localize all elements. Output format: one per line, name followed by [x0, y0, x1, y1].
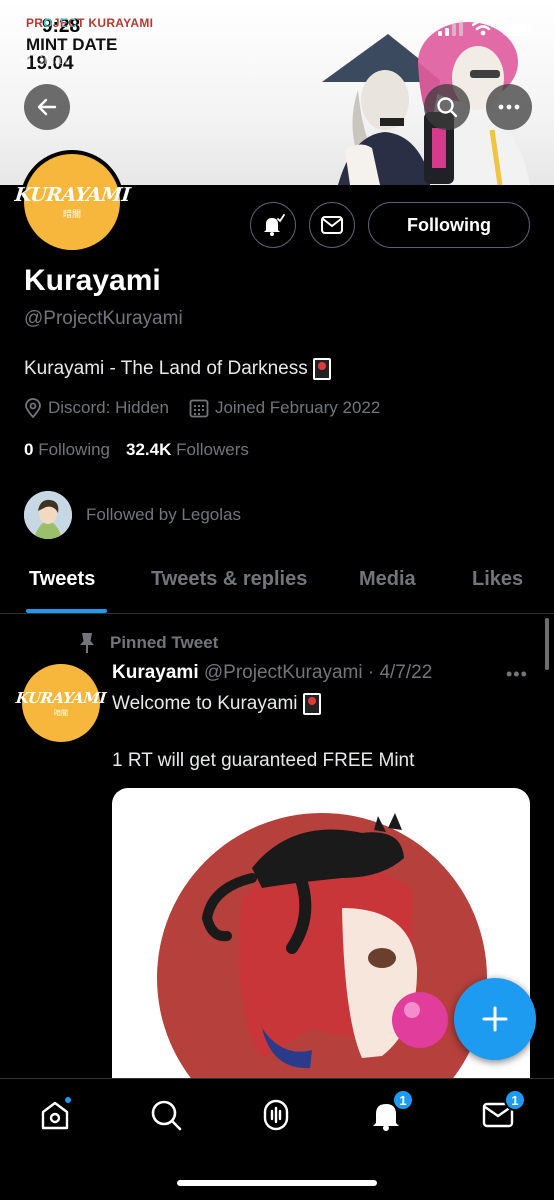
- arrow-left-icon: [37, 98, 57, 116]
- location-pin-icon: [25, 398, 41, 418]
- spaces-microphone-icon: [263, 1099, 289, 1131]
- pinned-tweet-label: Pinned Tweet: [78, 632, 218, 654]
- followers-label: Followers: [176, 440, 249, 459]
- follower-avatar-illustration: [24, 491, 72, 539]
- bio-text: Kurayami - The Land of Darkness: [24, 358, 308, 379]
- notifications-badge: 1: [392, 1089, 414, 1111]
- followed-by-text: Followed by Legolas: [86, 505, 241, 524]
- hanafuda-card-icon: [312, 358, 331, 380]
- following-button[interactable]: Following: [368, 202, 530, 248]
- tab-media[interactable]: Media: [359, 568, 416, 591]
- followed-by-row[interactable]: Followed by Legolas: [24, 491, 241, 539]
- followers-count: 32.4K: [126, 440, 172, 459]
- profile-meta: Discord: Hidden Joined February 2022: [24, 398, 400, 418]
- pinned-label-text: Pinned Tweet: [110, 633, 219, 652]
- home-indicator[interactable]: [177, 1180, 377, 1186]
- hanafuda-card-icon: [302, 693, 321, 715]
- profile-handle: @ProjectKurayami: [24, 308, 183, 329]
- logo-subtext: 暗闇: [62, 209, 81, 219]
- search-button[interactable]: [424, 84, 470, 130]
- active-tab-indicator: [26, 609, 107, 613]
- plus-icon: [482, 1006, 508, 1032]
- profile-name: Kurayami: [24, 264, 161, 297]
- following-count: 0: [24, 440, 34, 459]
- tab-likes[interactable]: Likes: [472, 568, 523, 591]
- tweet-handle-date: @ProjectKurayami · 4/7/22: [203, 662, 433, 683]
- back-to-app-link[interactable]: ◀ Gmail: [20, 52, 68, 68]
- status-time: 9:28: [42, 16, 81, 37]
- tweet-more-icon[interactable]: •••: [506, 664, 528, 685]
- tweet-header: Kurayami @ProjectKurayami · 4/7/22: [112, 662, 432, 684]
- joined-item: Joined February 2022: [189, 398, 380, 418]
- compose-tweet-button[interactable]: [454, 978, 536, 1060]
- nav-notifications[interactable]: 1: [366, 1089, 414, 1135]
- location-text: Discord: Hidden: [48, 398, 169, 417]
- profile-tabs: Tweets Tweets & replies Media Likes: [0, 556, 554, 614]
- nav-search[interactable]: [146, 1095, 186, 1135]
- follower-avatar: [24, 491, 72, 539]
- following-label: Following: [38, 440, 111, 459]
- logo-text: KURAYAMI: [13, 184, 131, 206]
- tab-tweets[interactable]: Tweets: [29, 568, 95, 591]
- bell-check-icon: [264, 214, 285, 236]
- pin-icon: [80, 633, 94, 653]
- tweet-text-line1: Welcome to Kurayami: [112, 692, 322, 716]
- wifi-icon: [472, 20, 494, 36]
- nav-spaces[interactable]: [256, 1095, 296, 1135]
- notifications-toggle-button[interactable]: [250, 202, 296, 248]
- location-item: Discord: Hidden: [24, 398, 169, 418]
- tweet-text-line2: 1 RT will get guaranteed FREE Mint: [112, 750, 415, 771]
- tweet-text-welcome: Welcome to Kurayami: [112, 693, 298, 714]
- kurayami-logo: KURAYAMI 暗闇: [13, 154, 131, 250]
- nav-messages[interactable]: 1: [478, 1089, 526, 1135]
- message-button[interactable]: [309, 202, 355, 248]
- more-horizontal-icon: [498, 104, 520, 110]
- scroll-indicator[interactable]: [545, 618, 549, 670]
- follow-counts: 0 Following 32.4K Followers: [24, 440, 249, 460]
- home-unread-dot: [63, 1095, 73, 1105]
- joined-text: Joined February 2022: [214, 398, 381, 417]
- tab-tweets-replies[interactable]: Tweets & replies: [151, 568, 307, 591]
- profile-bio: Kurayami - The Land of Darkness: [24, 357, 332, 381]
- status-icons: [438, 20, 534, 36]
- tweet-logo-subtext: 暗闇: [54, 709, 68, 717]
- search-icon: [151, 1100, 182, 1131]
- profile-avatar[interactable]: KURAYAMI 暗闇: [13, 150, 131, 254]
- signal-icon: [438, 20, 463, 36]
- battery-icon: [502, 20, 533, 36]
- followers-count-link[interactable]: 32.4K Followers: [126, 440, 249, 460]
- messages-badge: 1: [504, 1089, 526, 1111]
- more-options-button[interactable]: [486, 84, 532, 130]
- nav-home[interactable]: [35, 1095, 75, 1135]
- status-bar: [0, 16, 554, 46]
- back-button[interactable]: [24, 84, 70, 130]
- tweet-author-name[interactable]: Kurayami: [112, 662, 199, 683]
- tweet-author-avatar[interactable]: KURAYAMI 暗闇: [15, 664, 107, 742]
- calendar-icon: [189, 399, 209, 418]
- search-icon: [437, 97, 458, 118]
- following-count-link[interactable]: 0 Following: [24, 440, 110, 460]
- tweet-logo-text: KURAYAMI: [15, 688, 107, 707]
- envelope-icon: [321, 216, 343, 234]
